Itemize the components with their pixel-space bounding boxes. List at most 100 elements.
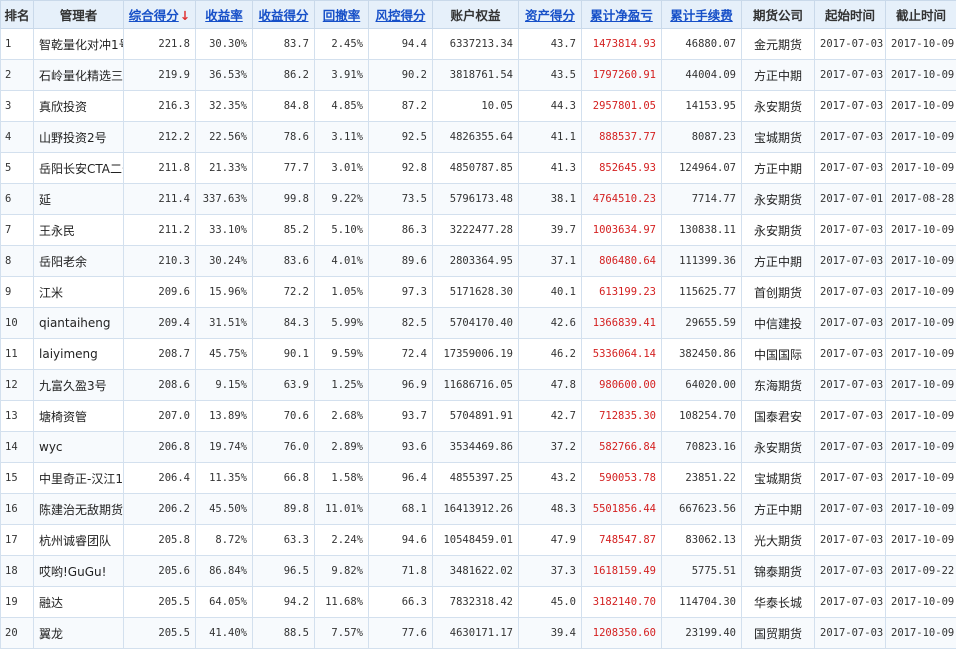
cell-manager: 智乾量化对冲1号 [33,28,124,60]
cell-return_score: 72.2 [252,276,315,308]
cell-composite: 211.2 [123,214,196,246]
sort-desc-icon[interactable]: ↓ [180,8,190,23]
table-row: 16 陈建治无敌期货 206.2 45.50% 89.8 11.01% 68.1 164139… [0,493,956,525]
column-header-composite[interactable]: 综合得分↓ [123,0,196,29]
cell-fees: 23851.22 [661,462,742,494]
cell-fees: 5775.51 [661,555,742,587]
cell-start: 2017-07-03 [814,152,886,184]
cell-return_rate: 9.15% [195,369,253,401]
cell-rank: 20 [0,617,34,649]
column-header-label: 管理者 [59,8,98,23]
table-row: 11 laiyimeng 208.7 45.75% 90.1 9.59% 72.4 17359… [0,338,956,370]
cell-return_score: 70.6 [252,400,315,432]
column-header-return_score[interactable]: 收益得分 [252,0,315,29]
table-row: 20 翼龙 205.5 41.40% 88.5 7.57% 77.6 4630171.17 39… [0,617,956,649]
cell-risk_score: 66.3 [368,586,433,618]
cell-start: 2017-07-03 [814,617,886,649]
column-header-return_rate[interactable]: 收益率 [195,0,253,29]
cell-rank: 14 [0,431,34,463]
cell-net_pnl: 1003634.97 [581,214,662,246]
cell-start: 2017-07-03 [814,59,886,91]
column-header-label: 期货公司 [752,8,803,23]
cell-end: 2017-10-09 [885,28,956,60]
cell-return_rate: 337.63% [195,183,253,215]
cell-drawdown: 4.85% [314,90,369,122]
cell-manager: 陈建治无敌期货 [33,493,124,525]
cell-fees: 114704.30 [661,586,742,618]
cell-equity: 5796173.48 [432,183,519,215]
column-header-fees[interactable]: 累计手续费 [661,0,742,29]
table-row: 12 九富久盈3号 208.6 9.15% 63.9 1.25% 96.9 11686716.… [0,369,956,401]
cell-asset_score: 40.1 [518,276,582,308]
cell-rank: 13 [0,400,34,432]
cell-return_score: 66.8 [252,462,315,494]
cell-equity: 10.05 [432,90,519,122]
cell-asset_score: 48.3 [518,493,582,525]
cell-net_pnl: 5336064.14 [581,338,662,370]
cell-equity: 6337213.34 [432,28,519,60]
cell-risk_score: 96.9 [368,369,433,401]
table-row: 2石岭量化精选三号219.936.53%86.23.91%90.23818761… [0,59,956,91]
cell-fees: 70823.16 [661,431,742,463]
cell-broker: 中信建投 [741,307,815,339]
cell-end: 2017-10-09 [885,338,956,370]
cell-risk_score: 94.4 [368,28,433,60]
cell-fees: 130838.11 [661,214,742,246]
cell-manager: 哎哟!GuGu! [33,555,124,587]
cell-composite: 205.5 [123,617,196,649]
cell-end: 2017-09-22 [885,555,956,587]
cell-composite: 205.5 [123,586,196,618]
cell-asset_score: 45.0 [518,586,582,618]
column-header-drawdown[interactable]: 回撤率 [314,0,369,29]
cell-end: 2017-10-09 [885,214,956,246]
cell-return_score: 96.5 [252,555,315,587]
cell-return_rate: 86.84% [195,555,253,587]
cell-return_rate: 8.72% [195,524,253,556]
cell-return_score: 88.5 [252,617,315,649]
column-header-net_pnl[interactable]: 累计净盈亏 [581,0,662,29]
column-header-risk_score[interactable]: 风控得分 [368,0,433,29]
cell-return_score: 84.8 [252,90,315,122]
cell-net_pnl: 806480.64 [581,245,662,277]
column-header-label: 回撤率 [322,8,361,23]
cell-drawdown: 2.89% [314,431,369,463]
cell-equity: 5704170.40 [432,307,519,339]
cell-net_pnl: 888537.77 [581,121,662,153]
column-header-manager: 管理者 [33,0,124,29]
cell-return_score: 77.7 [252,152,315,184]
cell-manager: 山野投资2号 [33,121,124,153]
cell-return_rate: 36.53% [195,59,253,91]
cell-drawdown: 9.22% [314,183,369,215]
column-header-asset_score[interactable]: 资产得分 [518,0,582,29]
cell-drawdown: 9.59% [314,338,369,370]
table-row: 1 智乾量化对冲1号 221.8 30.30% 83.7 2.45% 94.4 6337213… [0,28,956,60]
cell-fees: 7714.77 [661,183,742,215]
cell-net_pnl: 582766.84 [581,431,662,463]
cell-start: 2017-07-03 [814,90,886,122]
cell-composite: 209.4 [123,307,196,339]
cell-broker: 宝城期货 [741,121,815,153]
cell-return_score: 86.2 [252,59,315,91]
cell-manager: 翼龙 [33,617,124,649]
cell-broker: 方正中期 [741,152,815,184]
cell-manager: qiantaiheng [33,307,124,339]
cell-broker: 永安期货 [741,214,815,246]
cell-net_pnl: 1618159.49 [581,555,662,587]
cell-equity: 3222477.28 [432,214,519,246]
cell-drawdown: 3.91% [314,59,369,91]
cell-end: 2017-10-09 [885,90,956,122]
cell-risk_score: 92.8 [368,152,433,184]
cell-return_score: 63.3 [252,524,315,556]
cell-composite: 208.6 [123,369,196,401]
table-row: 7 王永民 211.2 33.10% 85.2 5.10% 86.3 3222477.28 39… [0,214,956,246]
cell-drawdown: 11.68% [314,586,369,618]
cell-fees: 108254.70 [661,400,742,432]
cell-equity: 4826355.64 [432,121,519,153]
cell-rank: 19 [0,586,34,618]
cell-end: 2017-10-09 [885,59,956,91]
ranking-table: 排名 管理者 综合得分↓ 收益率 收益得分 回撤率 风控得分 账户权益 资产得分 累计净盈亏 累计手… [0,0,956,649]
table-row: 13 塘椅资管 207.0 13.89% 70.6 2.68% 93.7 5704891.91… [0,400,956,432]
cell-rank: 12 [0,369,34,401]
cell-asset_score: 41.1 [518,121,582,153]
cell-manager: wyc [33,431,124,463]
